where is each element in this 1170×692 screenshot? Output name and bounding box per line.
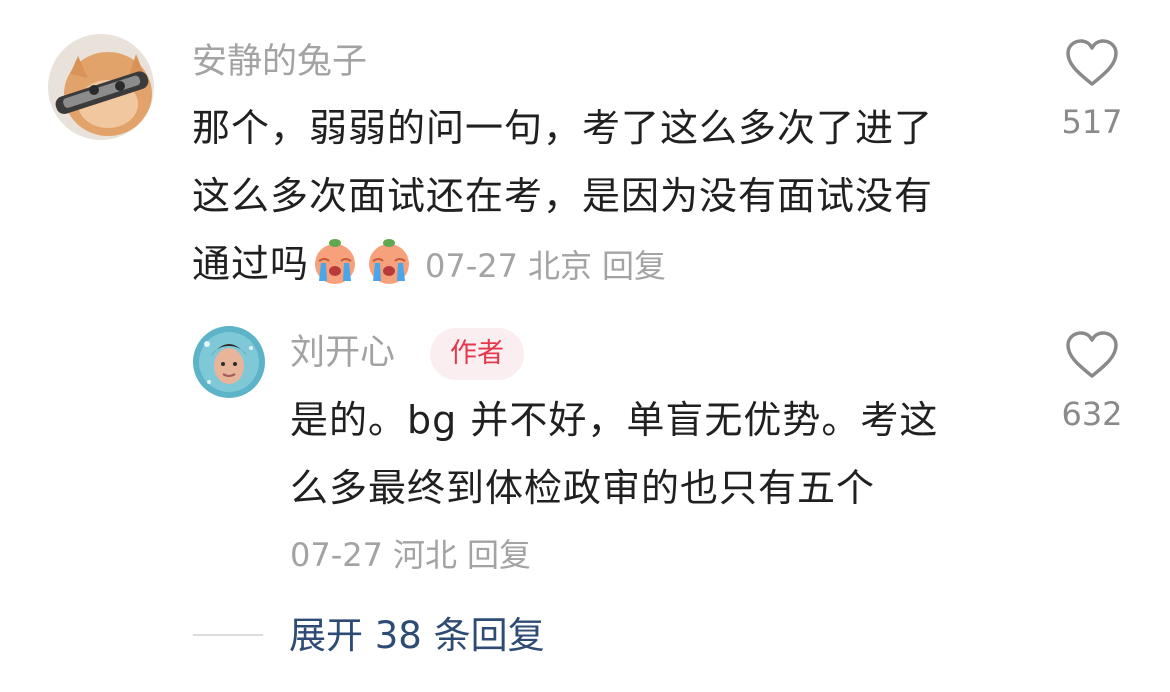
comment-line: 通过吗 (192, 242, 310, 286)
crying-face-emoji-icon (315, 239, 356, 284)
author-badge: 作者 (430, 328, 524, 380)
commenter-avatar[interactable] (48, 34, 154, 140)
comment-reply-button[interactable]: 回复 (602, 247, 666, 285)
reply-line: 是的。bg 并不好，单盲无优势。考这 (290, 398, 939, 442)
reply-meta: 07-27 河北 回复 (290, 533, 541, 577)
comment-like-count: 517 (1061, 103, 1123, 141)
replier-username[interactable]: 刘开心 (290, 331, 395, 375)
replier-avatar[interactable] (193, 326, 265, 398)
comment-date: 07-27 (425, 247, 518, 285)
reply-reply-button[interactable]: 回复 (467, 536, 531, 574)
reply-location: 河北 (392, 536, 457, 574)
comment-meta: 07-27 北京 回复 (425, 247, 676, 285)
reply-like-count: 632 (1061, 395, 1123, 433)
reply-line: 么多最终到体检政审的也只有五个 (290, 466, 876, 510)
heart-outline-icon (1066, 331, 1118, 378)
comment-like-button[interactable]: 517 (1042, 38, 1142, 142)
expand-replies-button[interactable]: 展开 38 条回复 (289, 612, 545, 660)
reply-text: 是的。bg 并不好，单盲无优势。考这 么多最终到体检政审的也只有五个 (290, 386, 990, 522)
commenter-username[interactable]: 安静的兔子 (192, 40, 367, 84)
comment-last-line: 通过吗 07-27 北京 回复 (192, 230, 1012, 298)
heart-outline-icon (1066, 39, 1118, 86)
crying-face-emoji-icon (369, 239, 410, 284)
expand-divider (193, 634, 263, 636)
reply-like-button[interactable]: 632 (1042, 330, 1142, 434)
comment-line: 这么多次面试还在考，是因为没有面试没有 (192, 174, 934, 218)
comment-location: 北京 (528, 247, 593, 285)
comment-line: 那个，弱弱的问一句，考了这么多次了进了 (192, 106, 934, 150)
comment-thread: 安静的兔子 那个，弱弱的问一句，考了这么多次了进了 这么多次面试还在考，是因为没… (0, 0, 1170, 692)
reply-date: 07-27 (290, 536, 383, 574)
comment-text: 那个，弱弱的问一句，考了这么多次了进了 这么多次面试还在考，是因为没有面试没有 … (192, 94, 1012, 298)
